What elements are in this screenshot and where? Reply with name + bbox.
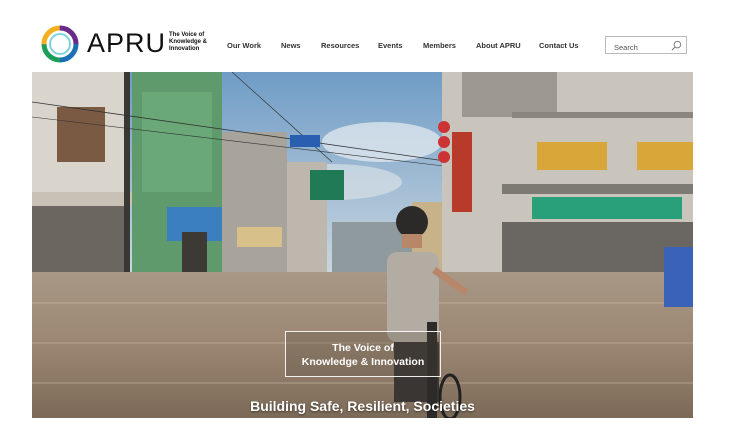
tagline-line: The Voice of: [169, 32, 205, 38]
hero-tagline-box: The Voice of Knowledge & Innovation: [285, 331, 441, 377]
site-header: APRU The Voice of Knowledge & Innovation…: [0, 0, 734, 72]
search-input[interactable]: [606, 39, 668, 56]
nav-item-contact[interactable]: Contact Us: [539, 41, 579, 50]
nav-item-events[interactable]: Events: [378, 41, 403, 50]
hero-tagline-line: Knowledge & Innovation: [301, 356, 425, 368]
hero-banner: The Voice of Knowledge & Innovation Buil…: [32, 72, 693, 418]
hero-caption: Building Safe, Resilient, Societies: [250, 398, 475, 414]
nav-item-members[interactable]: Members: [423, 41, 456, 50]
hero-tagline-line: The Voice of: [332, 342, 394, 354]
search-box: [605, 36, 687, 56]
nav-item-resources[interactable]: Resources: [321, 41, 359, 50]
nav-item-our-work[interactable]: Our Work: [227, 41, 261, 50]
tagline-line: Innovation: [169, 46, 200, 52]
nav-item-news[interactable]: News: [281, 41, 301, 50]
brand-name[interactable]: APRU: [87, 28, 166, 59]
nav-item-about[interactable]: About APRU: [476, 41, 521, 50]
search-icon[interactable]: [671, 40, 682, 51]
apru-logo-icon[interactable]: [40, 24, 80, 64]
brand-tagline: The Voice of Knowledge & Innovation: [169, 32, 217, 53]
tagline-line: Knowledge &: [169, 39, 208, 45]
